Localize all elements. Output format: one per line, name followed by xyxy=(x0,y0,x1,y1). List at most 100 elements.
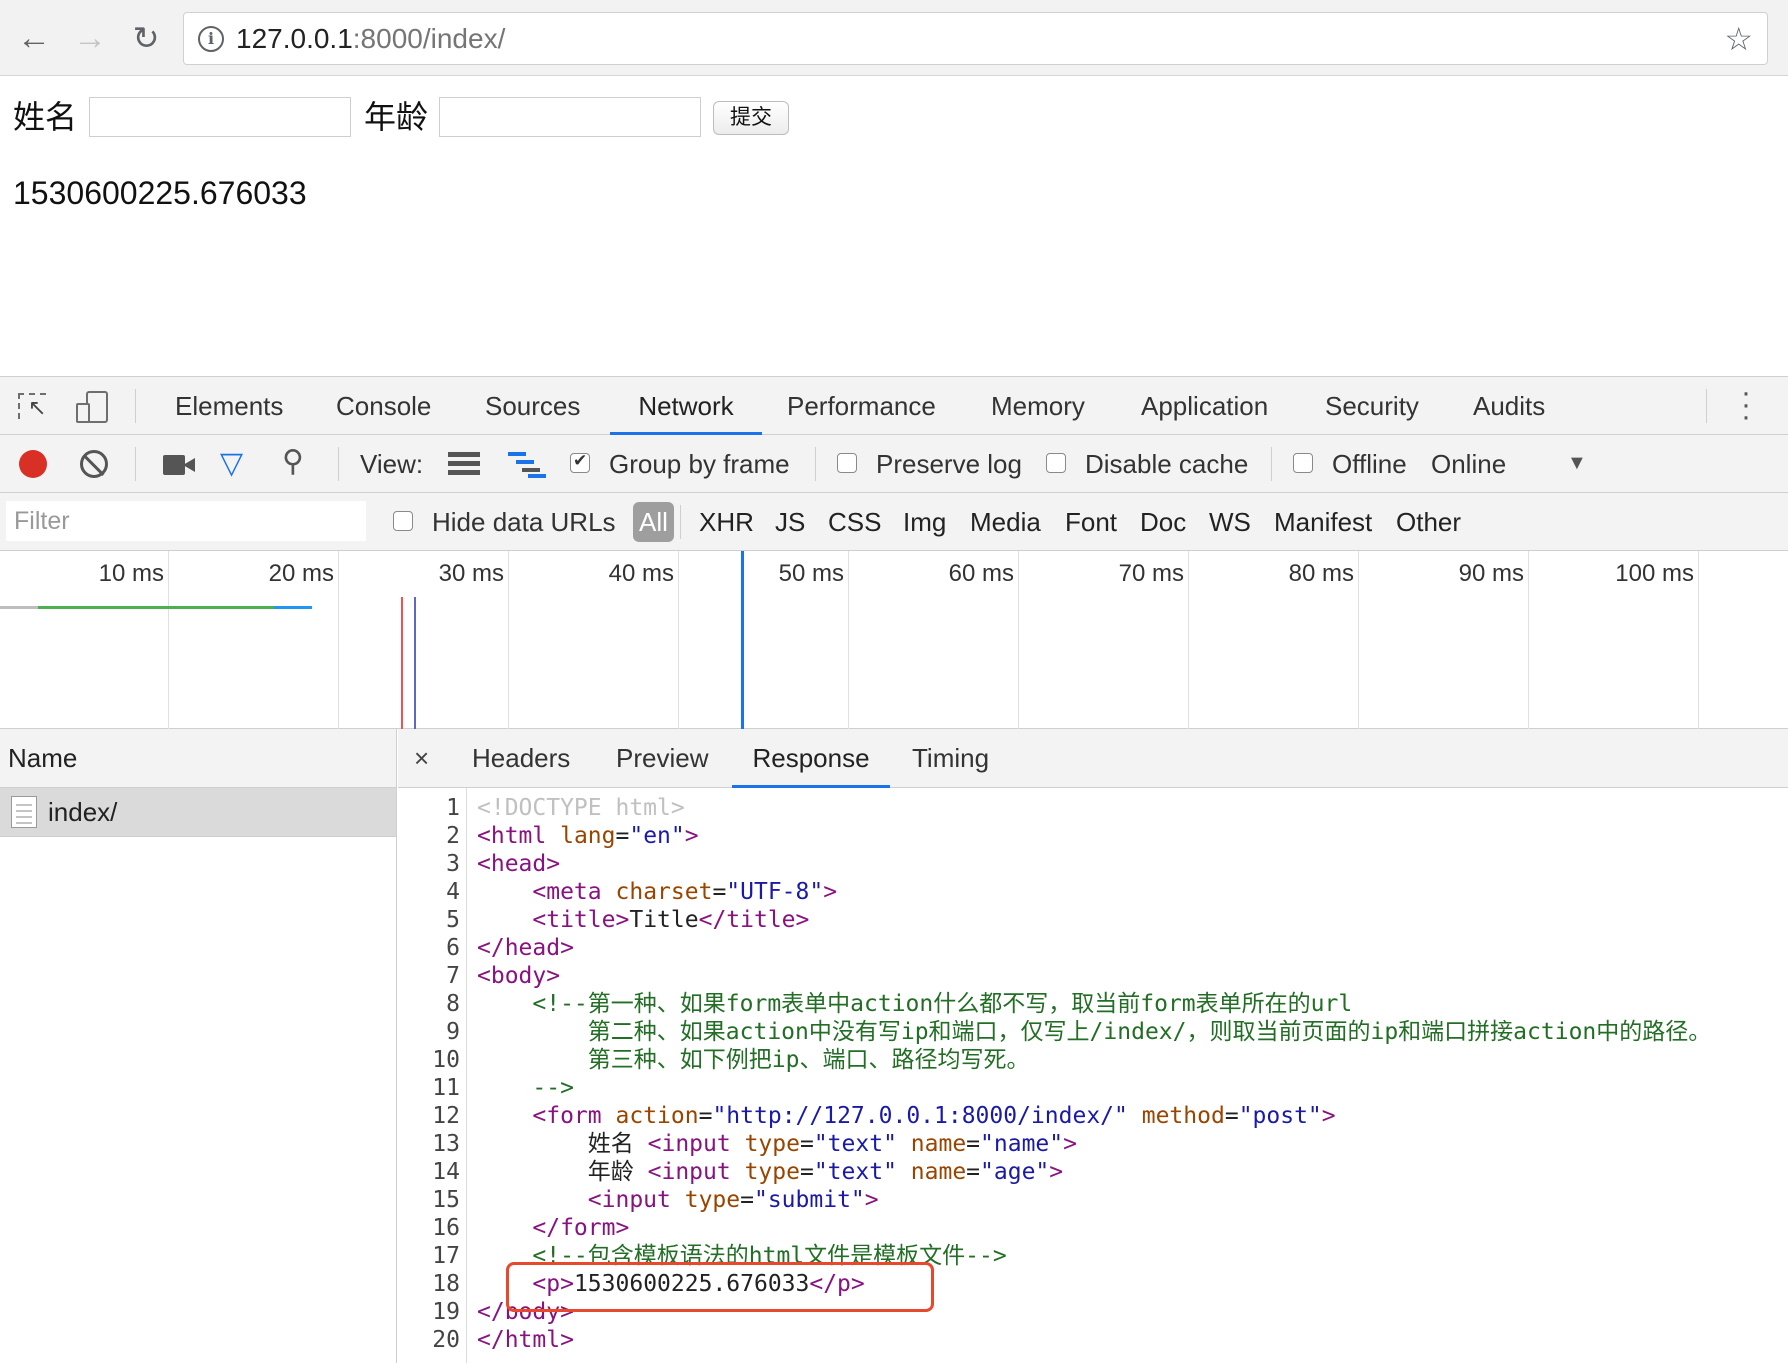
search-icon[interactable]: ⚲ xyxy=(282,447,304,477)
more-options-icon[interactable]: · · · xyxy=(1740,378,1752,432)
preserve-log-label: Preserve log xyxy=(876,449,1022,479)
address-bar[interactable]: i 127.0.0.1:8000/index/ ☆ xyxy=(183,12,1768,65)
divider xyxy=(0,836,396,837)
submit-button[interactable]: 提交 xyxy=(713,101,789,135)
filter-ws-button[interactable]: WS xyxy=(1209,493,1251,551)
list-view-icon[interactable] xyxy=(448,452,480,476)
line-number[interactable]: 14 xyxy=(398,1158,460,1186)
throttle-select[interactable]: Online xyxy=(1431,435,1506,493)
tab-preview[interactable]: Preview xyxy=(616,729,708,788)
request-row[interactable]: index/ xyxy=(0,788,396,836)
tab-network[interactable]: Network xyxy=(610,377,762,435)
timeline-gridline xyxy=(1698,551,1699,729)
info-icon[interactable]: i xyxy=(198,26,224,52)
line-number[interactable]: 15 xyxy=(398,1186,460,1214)
filter-js-button[interactable]: JS xyxy=(775,493,805,551)
line-number[interactable]: 3 xyxy=(398,850,460,878)
preserve-log-checkbox[interactable] xyxy=(837,453,857,473)
line-number[interactable]: 16 xyxy=(398,1214,460,1242)
code-text: </html> xyxy=(477,1327,574,1353)
tab-application[interactable]: Application xyxy=(1141,377,1268,435)
code-line: 20 </html> xyxy=(398,1326,1788,1354)
tab-console[interactable]: Console xyxy=(336,377,431,435)
filter-css-button[interactable]: CSS xyxy=(828,493,881,551)
filter-input[interactable]: Filter xyxy=(6,501,366,541)
reload-icon[interactable]: ↻ xyxy=(126,18,166,58)
line-number[interactable]: 11 xyxy=(398,1074,460,1102)
filter-funnel-icon[interactable]: ▽ xyxy=(220,449,243,479)
tab-sources[interactable]: Sources xyxy=(485,377,580,435)
line-number[interactable]: 6 xyxy=(398,934,460,962)
tab-headers[interactable]: Headers xyxy=(472,729,570,788)
timeline-tick-label: 40 ms xyxy=(608,560,674,587)
name-label: 姓名 xyxy=(13,99,78,135)
devtools-panel: ↖ Elements Console Sources Network Perfo… xyxy=(0,376,1788,1363)
filter-other-button[interactable]: Other xyxy=(1396,493,1461,551)
line-number[interactable]: 19 xyxy=(398,1298,460,1326)
chevron-down-icon[interactable]: ▼ xyxy=(1567,451,1587,475)
domcontentloaded-marker xyxy=(414,597,416,729)
code-line: 10 第三种、如下例把ip、端口、路径均写死。 xyxy=(398,1046,1788,1074)
line-number[interactable]: 17 xyxy=(398,1242,460,1270)
code-line: 14 年龄 <input type="text" name="age"> xyxy=(398,1158,1788,1186)
line-number[interactable]: 20 xyxy=(398,1326,460,1354)
group-by-frame-checkbox[interactable] xyxy=(570,451,590,473)
timeline-gridline xyxy=(508,551,509,729)
tab-timing[interactable]: Timing xyxy=(912,729,989,788)
inspect-element-icon[interactable]: ↖ xyxy=(18,393,46,419)
name-column-header[interactable]: Name xyxy=(0,729,396,788)
line-number[interactable]: 12 xyxy=(398,1102,460,1130)
tab-response[interactable]: Response xyxy=(732,729,890,788)
line-number[interactable]: 5 xyxy=(398,906,460,934)
tab-security[interactable]: Security xyxy=(1325,377,1419,435)
name-input[interactable] xyxy=(89,97,351,137)
capture-screenshots-icon[interactable] xyxy=(163,455,197,475)
clear-icon[interactable] xyxy=(80,450,108,478)
tab-elements[interactable]: Elements xyxy=(175,377,283,435)
close-icon[interactable]: × xyxy=(414,729,429,788)
filter-doc-button[interactable]: Doc xyxy=(1140,493,1186,551)
line-number[interactable]: 7 xyxy=(398,962,460,990)
timeline-overview[interactable]: 10 ms 20 ms 30 ms 40 ms 50 ms 60 ms 70 m… xyxy=(0,551,1788,729)
hide-data-urls-checkbox[interactable] xyxy=(393,511,413,531)
line-number[interactable]: 2 xyxy=(398,822,460,850)
url-text[interactable]: 127.0.0.1:8000/index/ xyxy=(236,24,505,54)
separator xyxy=(135,447,136,481)
device-toolbar-icon[interactable] xyxy=(76,391,108,423)
filter-all-button[interactable]: All xyxy=(633,502,674,542)
code-text: <!DOCTYPE html> xyxy=(477,795,685,821)
filter-xhr-button[interactable]: XHR xyxy=(699,493,754,551)
line-number[interactable]: 18 xyxy=(398,1270,460,1298)
line-number[interactable]: 8 xyxy=(398,990,460,1018)
disable-cache-checkbox[interactable] xyxy=(1046,453,1066,473)
line-number[interactable]: 4 xyxy=(398,878,460,906)
highlight-annotation xyxy=(506,1262,934,1312)
tab-memory[interactable]: Memory xyxy=(991,377,1085,435)
timeline-gridline xyxy=(1018,551,1019,729)
request-name: index/ xyxy=(48,797,118,827)
tab-audits[interactable]: Audits xyxy=(1473,377,1545,435)
line-number[interactable]: 1 xyxy=(398,794,460,822)
code-line: 1 <!DOCTYPE html> xyxy=(398,794,1788,822)
back-arrow-icon[interactable]: ← xyxy=(14,18,54,58)
line-number[interactable]: 10 xyxy=(398,1046,460,1074)
record-icon[interactable] xyxy=(19,450,47,478)
waterfall-view-icon[interactable] xyxy=(508,452,548,478)
view-label: View: xyxy=(360,449,424,479)
forward-arrow-icon[interactable]: → xyxy=(70,18,110,58)
timeline-gridline xyxy=(1188,551,1189,729)
age-input[interactable] xyxy=(439,97,701,137)
line-number[interactable]: 13 xyxy=(398,1130,460,1158)
code-text: <form action="http://127.0.0.1:8000/inde… xyxy=(532,1103,1336,1129)
filter-img-button[interactable]: Img xyxy=(903,493,946,551)
bookmark-star-icon[interactable]: ☆ xyxy=(1724,21,1753,57)
disable-cache-label: Disable cache xyxy=(1085,449,1249,479)
filter-bar: Filter Hide data URLs All XHR JS CSS Img… xyxy=(0,493,1788,551)
filter-media-button[interactable]: Media xyxy=(970,493,1041,551)
filter-font-button[interactable]: Font xyxy=(1065,493,1117,551)
filter-manifest-button[interactable]: Manifest xyxy=(1274,493,1372,551)
offline-checkbox[interactable] xyxy=(1293,453,1313,473)
tab-performance[interactable]: Performance xyxy=(787,377,936,435)
offline-label: Offline xyxy=(1332,449,1407,479)
line-number[interactable]: 9 xyxy=(398,1018,460,1046)
